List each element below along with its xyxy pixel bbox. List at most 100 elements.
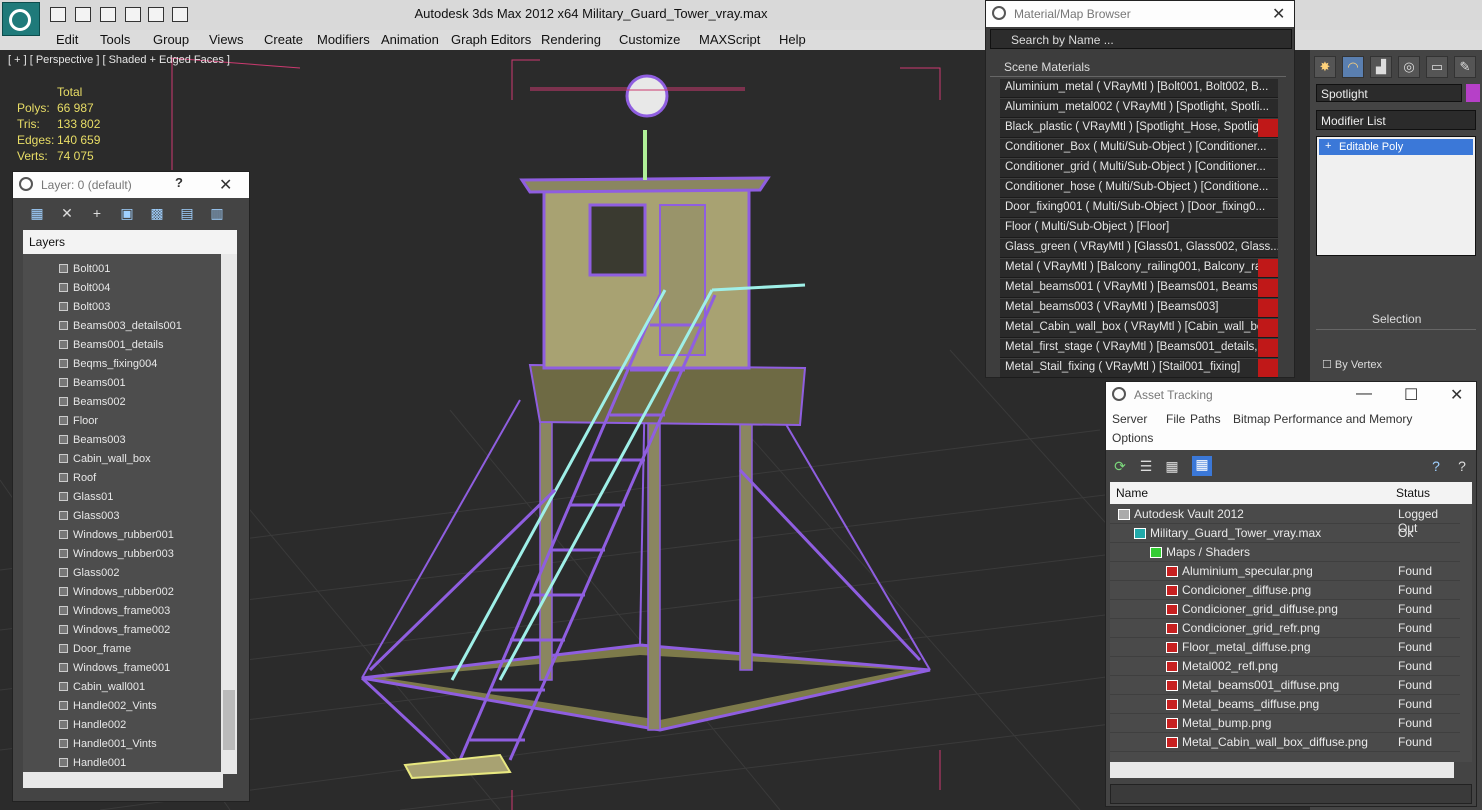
layer-row[interactable]: Bolt001 xyxy=(23,260,219,279)
menu-animation[interactable]: Animation xyxy=(381,32,439,47)
menu-options[interactable]: Options xyxy=(1112,431,1153,445)
material-row[interactable]: Glass_green ( VRayMtl ) [Glass01, Glass0… xyxy=(1000,239,1278,258)
layer-scroll-thumb[interactable] xyxy=(223,690,235,750)
layer-row[interactable]: Bolt003 xyxy=(23,298,219,317)
layer-row[interactable]: Handle002_Vints xyxy=(23,697,219,716)
layer-row[interactable]: Windows_rubber003 xyxy=(23,545,219,564)
menu-maxscript[interactable]: MAXScript xyxy=(699,32,760,47)
object-name-field[interactable]: Spotlight xyxy=(1316,84,1462,102)
add-to-layer-icon[interactable]: + xyxy=(89,205,105,221)
menu-modifiers[interactable]: Modifiers xyxy=(317,32,370,47)
hide-all-layers-icon[interactable]: ▤ xyxy=(179,205,195,221)
modifier-stack-item[interactable]: + Editable Poly xyxy=(1319,139,1473,155)
menu-file[interactable]: File xyxy=(1166,412,1185,426)
asset-row[interactable]: Condicioner_diffuse.png Found xyxy=(1110,581,1460,600)
material-row[interactable]: Metal_Cabin_wall_box ( VRayMtl ) [Cabin_… xyxy=(1000,319,1278,338)
asset-row[interactable]: Metal_beams_diffuse.png Found xyxy=(1110,695,1460,714)
layer-row[interactable]: Windows_rubber001 xyxy=(23,526,219,545)
object-color-swatch[interactable] xyxy=(1466,84,1480,102)
layer-row[interactable]: Windows_frame001 xyxy=(23,659,219,678)
asset-row[interactable]: Condicioner_grid_diffuse.png Found xyxy=(1110,600,1460,619)
layer-row[interactable]: Bolt004 xyxy=(23,279,219,298)
asset-row[interactable]: Autodesk Vault 2012 Logged Out xyxy=(1110,505,1460,535)
asset-row[interactable]: Aluminium_specular.png Found xyxy=(1110,562,1460,581)
layer-row[interactable]: Door_frame xyxy=(23,640,219,659)
layer-row[interactable]: Windows_frame002 xyxy=(23,621,219,640)
app-logo-icon[interactable] xyxy=(2,2,40,36)
menu-group[interactable]: Group xyxy=(153,32,189,47)
layer-row[interactable]: Roof xyxy=(23,469,219,488)
material-row[interactable]: Metal_beams001 ( VRayMtl ) [Beams001, Be… xyxy=(1000,279,1278,298)
asset-row[interactable]: Metal_Cabin_wall_box_diffuse.png Found xyxy=(1110,733,1460,752)
expand-icon[interactable]: + xyxy=(1325,140,1331,152)
minimize-icon[interactable]: — xyxy=(1356,385,1372,403)
asset-table[interactable]: Name Status Autodesk Vault 2012 Logged Ou… xyxy=(1110,482,1472,762)
settings-icon[interactable]: ? xyxy=(1454,458,1470,474)
layer-row[interactable]: Beqms_fixing004 xyxy=(23,355,219,374)
maximize-icon[interactable]: ☐ xyxy=(1404,385,1418,405)
layer-row[interactable]: Beams002 xyxy=(23,393,219,412)
motion-tab-icon[interactable]: ◎ xyxy=(1398,56,1420,78)
help-icon[interactable]: ? xyxy=(1428,458,1444,474)
asset-row[interactable]: Floor_metal_diffuse.png Found xyxy=(1110,638,1460,657)
layer-row[interactable]: Beams003 xyxy=(23,431,219,450)
layer-list[interactable]: Layers Bolt001 Bolt004 Bolt003 Beams003_det… xyxy=(23,230,237,774)
menu-customize[interactable]: Customize xyxy=(619,32,680,47)
layer-row[interactable]: Glass01 xyxy=(23,488,219,507)
refresh-icon[interactable]: ⟳ xyxy=(1112,458,1128,474)
column-name[interactable]: Name xyxy=(1116,486,1148,500)
material-row[interactable]: Door_fixing001 ( Multi/Sub-Object ) [Doo… xyxy=(1000,199,1278,218)
hierarchy-tab-icon[interactable]: ▟ xyxy=(1370,56,1392,78)
layers-column-header[interactable]: Layers xyxy=(23,230,237,254)
freeze-all-layers-icon[interactable]: ▥ xyxy=(209,205,225,221)
close-icon[interactable]: ✕ xyxy=(219,175,232,195)
asset-row[interactable]: Metal_beams001_diffuse.png Found xyxy=(1110,676,1460,695)
layer-row[interactable]: Handle001 xyxy=(23,754,219,773)
menu-help[interactable]: Help xyxy=(779,32,806,47)
asset-row[interactable]: Metal002_refl.png Found xyxy=(1110,657,1460,676)
menu-views[interactable]: Views xyxy=(209,32,243,47)
highlight-layer-icon[interactable]: ▩ xyxy=(149,205,165,221)
layer-row[interactable]: Windows_frame003 xyxy=(23,602,219,621)
material-row[interactable]: Floor ( Multi/Sub-Object ) [Floor] xyxy=(1000,219,1278,238)
layer-row[interactable]: Glass002 xyxy=(23,564,219,583)
menu-create[interactable]: Create xyxy=(264,32,303,47)
material-row[interactable]: Conditioner_hose ( Multi/Sub-Object ) [C… xyxy=(1000,179,1278,198)
material-row[interactable]: Conditioner_Box ( Multi/Sub-Object ) [Co… xyxy=(1000,139,1278,158)
material-row[interactable]: Aluminium_metal ( VRayMtl ) [Bolt001, Bo… xyxy=(1000,79,1278,98)
menu-graph-editors[interactable]: Graph Editors xyxy=(451,32,531,47)
delete-layer-icon[interactable]: ✕ xyxy=(59,205,75,221)
material-row[interactable]: Metal_beams003 ( VRayMtl ) [Beams003] xyxy=(1000,299,1278,318)
viewport-label[interactable]: [ + ] [ Perspective ] [ Shaded + Edged F… xyxy=(8,54,230,66)
modifier-list-dropdown[interactable]: Modifier List xyxy=(1316,110,1476,130)
layer-row[interactable]: Handle002 xyxy=(23,716,219,735)
layer-row[interactable]: Beams001 xyxy=(23,374,219,393)
modifier-stack[interactable]: + Editable Poly xyxy=(1316,136,1476,256)
layer-row[interactable]: Beams001_details xyxy=(23,336,219,355)
list-view-icon[interactable]: ☰ xyxy=(1138,458,1154,474)
selection-rollout[interactable]: Selection xyxy=(1316,310,1476,330)
menu-edit[interactable]: Edit xyxy=(56,32,78,47)
display-tab-icon[interactable]: ▭ xyxy=(1426,56,1448,78)
close-icon[interactable]: ✕ xyxy=(1272,4,1285,24)
table-view-icon[interactable]: ▦ xyxy=(1192,456,1212,476)
asset-tracking-titlebar[interactable]: Asset Tracking — ☐ ✕ xyxy=(1106,382,1476,408)
layer-row[interactable]: Windows_rubber002 xyxy=(23,583,219,602)
select-in-layer-icon[interactable]: ▣ xyxy=(119,205,135,221)
material-row[interactable]: Metal_first_stage ( VRayMtl ) [Beams001_… xyxy=(1000,339,1278,358)
utilities-tab-icon[interactable]: ✎ xyxy=(1454,56,1476,78)
close-icon[interactable]: ✕ xyxy=(1450,385,1463,405)
material-browser-titlebar[interactable]: Material/Map Browser ✕ xyxy=(986,1,1294,27)
layer-window-titlebar[interactable]: Layer: 0 (default) ? ✕ xyxy=(13,172,249,198)
material-row[interactable]: Metal ( VRayMtl ) [Balcony_railing001, B… xyxy=(1000,259,1278,278)
material-row[interactable]: Conditioner_grid ( Multi/Sub-Object ) [C… xyxy=(1000,159,1278,178)
layer-row[interactable]: Glass003 xyxy=(23,507,219,526)
layer-row[interactable]: Cabin_wall001 xyxy=(23,678,219,697)
modify-tab-icon[interactable]: ◠ xyxy=(1342,56,1364,78)
asset-row[interactable]: Military_Guard_Tower_vray.max Ok xyxy=(1110,524,1460,543)
layer-row[interactable]: Handle001_Vints xyxy=(23,735,219,754)
layer-row[interactable]: Floor xyxy=(23,412,219,431)
material-row[interactable]: Aluminium_metal002 ( VRayMtl ) [Spotligh… xyxy=(1000,99,1278,118)
material-row[interactable]: Metal_Stail_fixing ( VRayMtl ) [Stail001… xyxy=(1000,359,1278,378)
layer-row[interactable]: Cabin_wall_box xyxy=(23,450,219,469)
